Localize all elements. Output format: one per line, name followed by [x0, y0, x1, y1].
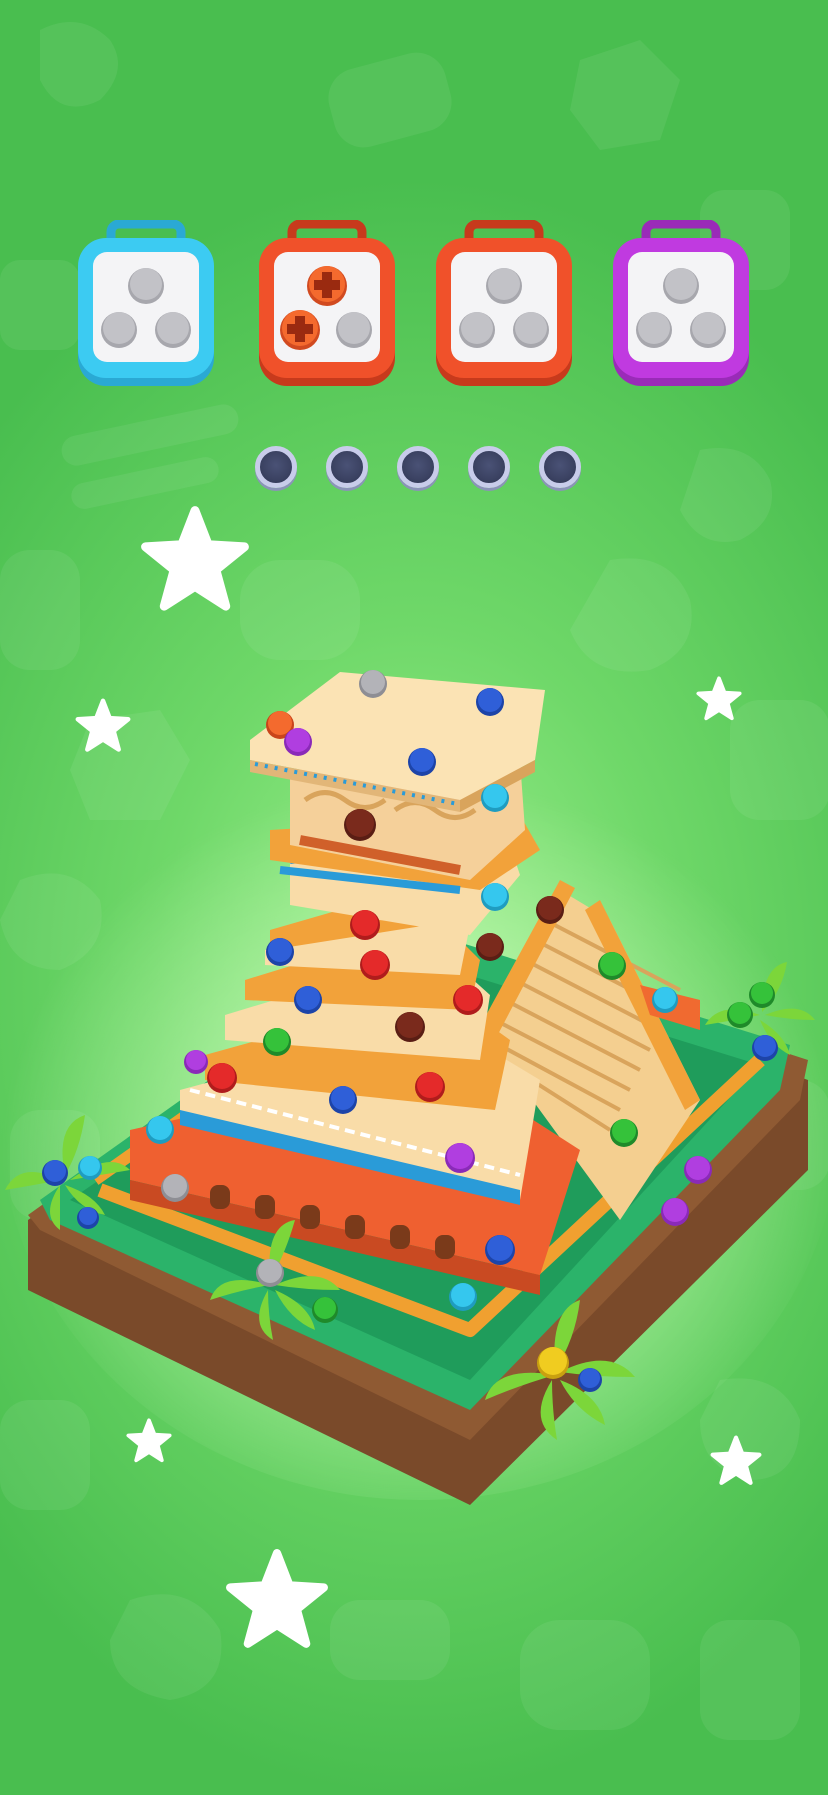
holding-slots: [255, 446, 585, 496]
holding-slot[interactable]: [468, 446, 510, 488]
holding-slot[interactable]: [539, 446, 581, 488]
pyramid-temple[interactable]: [0, 640, 828, 1520]
screw-box-blue: [75, 220, 217, 390]
star-icon: [141, 506, 249, 611]
holding-slot[interactable]: [255, 446, 297, 488]
star-icon: [226, 1549, 328, 1648]
screw-box-purple: [610, 220, 752, 390]
screw-box-red-2: [433, 220, 575, 390]
holding-slot[interactable]: [397, 446, 439, 488]
screw-box-red: [256, 220, 398, 390]
holding-slot[interactable]: [326, 446, 368, 488]
